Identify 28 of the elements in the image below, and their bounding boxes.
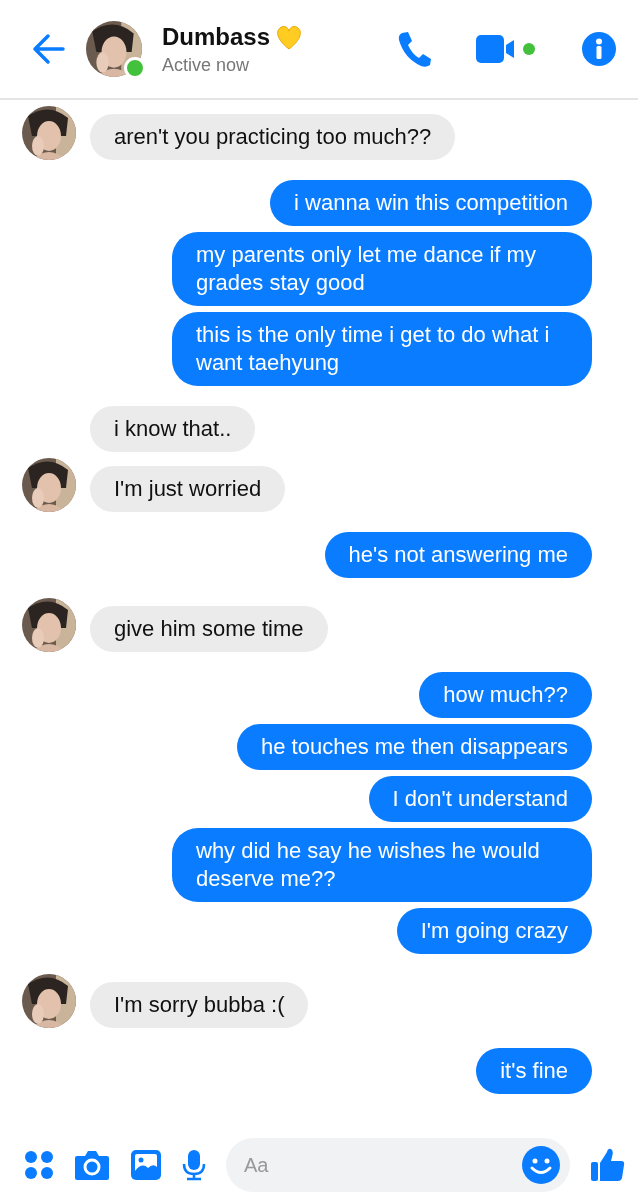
message-bubble: this is the only time i get to do what i want taehyung: [172, 312, 592, 386]
message-bubble: my parents only let me dance if my grades stay good: [172, 232, 592, 306]
message-bubble: how much??: [419, 672, 592, 718]
message-bubble: I don't understand: [368, 776, 592, 822]
message-bubble: he's not answering me: [324, 532, 592, 578]
video-camera-icon[interactable]: [476, 33, 538, 65]
info-icon[interactable]: [582, 32, 616, 66]
message-bubble: i know that..: [90, 406, 256, 452]
message-input-field[interactable]: Aa: [226, 1138, 570, 1192]
message-bubble: he touches me then disappears: [237, 724, 592, 770]
message-bubble: aren't you practicing too much??: [90, 114, 456, 160]
message-bubble: I'm sorry bubba :(: [90, 982, 309, 1028]
image-icon[interactable]: [130, 1149, 162, 1181]
smiley-icon[interactable]: [522, 1146, 560, 1184]
message-bubble: give him some time: [90, 606, 328, 652]
contact-name: Dumbass: [162, 22, 271, 51]
message-bubble: it's fine: [476, 1048, 592, 1094]
back-arrow-icon[interactable]: [30, 31, 66, 67]
message-bubble: I'm just worried: [90, 466, 286, 512]
camera-icon[interactable]: [74, 1149, 110, 1181]
grid-dots-icon[interactable]: [24, 1150, 54, 1180]
active-status: Active now: [162, 54, 251, 76]
microphone-icon[interactable]: [182, 1149, 206, 1181]
message-bubble: I'm going crazy: [396, 908, 592, 954]
thumbs-up-icon[interactable]: [590, 1147, 626, 1183]
message-bubble: why did he say he wishes he would deserve me??: [172, 828, 592, 902]
message-bubble: i wanna win this competition: [270, 180, 592, 226]
phone-icon[interactable]: [396, 30, 432, 68]
